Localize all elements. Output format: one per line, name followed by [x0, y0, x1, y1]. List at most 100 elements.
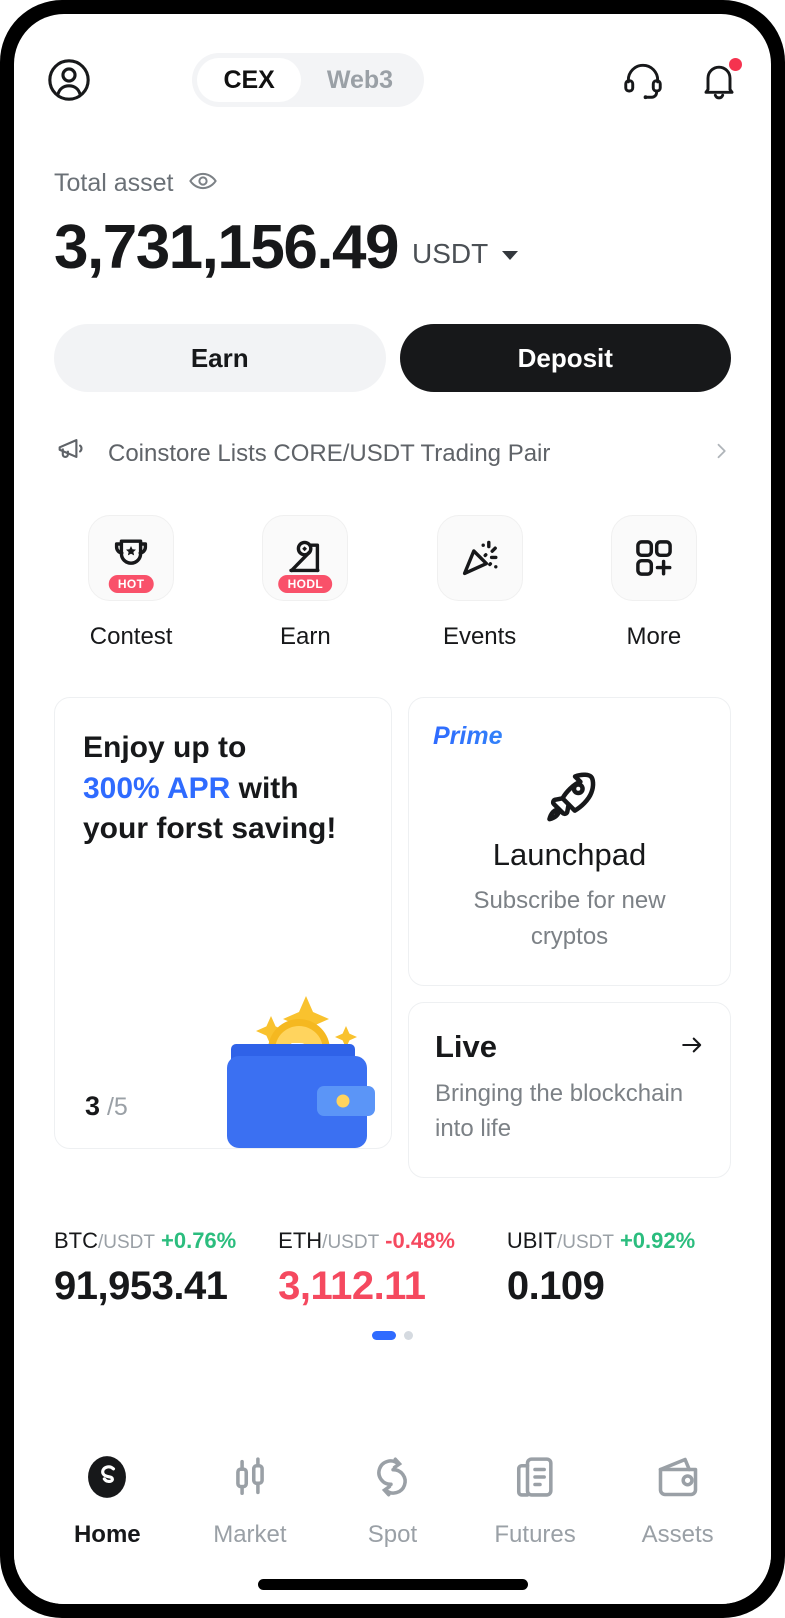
nav-label: Spot: [367, 1521, 418, 1548]
nav-item-futures[interactable]: Futures: [464, 1452, 607, 1549]
candlestick-icon: [225, 1452, 275, 1507]
quick-action-label: Events: [442, 623, 517, 651]
bottom-navigation: Home Market Spot Futures Assets: [14, 1426, 771, 1604]
carousel-counter: 3 /5: [85, 1091, 128, 1122]
total-asset-amount: 3,731,156.49: [54, 213, 400, 282]
quick-actions: HOT Contest HODL Earn Events More: [14, 473, 771, 651]
carousel-current: 3: [85, 1091, 101, 1122]
saving-promo-card[interactable]: Enjoy up to 300% APR with your forst sav…: [54, 697, 392, 1150]
quick-action-more[interactable]: More: [567, 515, 741, 651]
app-header: CEX Web3: [14, 32, 771, 128]
ticker-pair: BTC/USDT +0.76%: [54, 1228, 278, 1254]
deposit-button[interactable]: Deposit: [399, 324, 731, 393]
primary-actions: Earn Deposit: [14, 280, 771, 393]
tab-cex[interactable]: CEX: [197, 58, 301, 102]
total-asset-section: Total asset 3,731,156.49 USDT: [14, 128, 771, 280]
launchpad-subtitle: Subscribe for new cryptos: [473, 887, 666, 951]
ticker-base: UBIT: [506, 1227, 557, 1253]
right-cards-column: Prime Launchpad Subscribe for new crypto…: [408, 697, 731, 1178]
cex-web3-toggle[interactable]: CEX Web3: [192, 53, 425, 107]
promo-line2-tail: with: [230, 771, 299, 805]
ticker-base: ETH: [278, 1227, 323, 1253]
headset-icon[interactable]: [621, 58, 665, 102]
ticker-quote: /USDT: [556, 1231, 614, 1253]
nav-item-spot[interactable]: Spot: [321, 1452, 464, 1549]
launchpad-title: Launchpad: [492, 837, 647, 873]
nav-item-home[interactable]: Home: [36, 1452, 179, 1549]
total-asset-label: Total asset: [54, 169, 174, 197]
tab-web3[interactable]: Web3: [301, 58, 419, 102]
live-title: Live: [435, 1029, 498, 1065]
ticker-quote: /USDT: [322, 1231, 380, 1253]
ticker-change: -0.48%: [385, 1227, 455, 1253]
header-actions: [621, 58, 742, 102]
prime-badge: Prime: [433, 722, 706, 751]
quick-action-label: More: [626, 623, 682, 651]
contest-tile[interactable]: HOT: [88, 515, 175, 602]
nav-item-assets[interactable]: Assets: [606, 1452, 749, 1549]
total-asset-label-row: Total asset: [54, 166, 731, 201]
quick-action-contest[interactable]: HOT Contest: [44, 515, 218, 651]
contest-hot-badge: HOT: [108, 575, 154, 594]
carousel-total: /5: [106, 1093, 128, 1122]
ticker-price: 0.109: [506, 1263, 605, 1308]
quick-action-label: Earn: [280, 623, 331, 651]
notification-badge-dot: [729, 58, 742, 71]
live-header: Live: [435, 1029, 706, 1065]
ticker-pair: UBIT/USDT +0.92%: [507, 1228, 731, 1254]
currency-label: USDT: [412, 238, 489, 270]
arrow-right-icon[interactable]: [678, 1031, 706, 1064]
rocket-icon: [433, 765, 706, 829]
ticker-price: 3,112.11: [278, 1263, 426, 1308]
announcement-banner[interactable]: Coinstore Lists CORE/USDT Trading Pair: [14, 392, 771, 473]
user-circle-icon[interactable]: [44, 55, 94, 105]
nav-label: Market: [213, 1521, 287, 1548]
pagination-dot[interactable]: [404, 1330, 413, 1340]
promo-headline: Enjoy up to 300% APR with your forst sav…: [83, 728, 363, 850]
ticker-pair: ETH/USDT -0.48%: [278, 1228, 507, 1254]
ticker-eth[interactable]: ETH/USDT -0.48% 3,112.11: [278, 1228, 507, 1309]
promo-accent: 300% APR: [83, 771, 231, 805]
home-logo-icon: [82, 1452, 132, 1507]
announcement-text: Coinstore Lists CORE/USDT Trading Pair: [108, 439, 551, 467]
more-tile[interactable]: [610, 515, 697, 602]
nav-label: Home: [73, 1521, 141, 1548]
events-tile[interactable]: [436, 515, 523, 602]
nav-item-market[interactable]: Market: [179, 1452, 322, 1549]
live-card[interactable]: Live Bringing the blockchain into life: [408, 1002, 731, 1178]
quick-action-label: Contest: [89, 623, 173, 651]
eye-icon[interactable]: [188, 166, 218, 201]
total-asset-amount-row: 3,731,156.49 USDT: [54, 215, 731, 280]
earn-tile[interactable]: HODL: [262, 515, 349, 602]
bell-icon[interactable]: [697, 58, 742, 102]
ticker-row: BTC/USDT +0.76% 91,953.41 ETH/USDT -0.48% …: [14, 1178, 771, 1309]
earn-button[interactable]: Earn: [54, 324, 386, 393]
pagination-dot-active[interactable]: [372, 1330, 396, 1340]
home-indicator: [257, 1579, 528, 1590]
promo-line3: your forst saving!: [83, 812, 337, 846]
app-screen: CEX Web3 Total asset 3,731,156.49 USDT E…: [14, 14, 771, 1604]
ticker-price: 91,953.41: [54, 1263, 228, 1308]
live-subtitle: Bringing the blockchain into life: [435, 1080, 684, 1142]
wallet-icon: [653, 1452, 703, 1507]
quick-action-events[interactable]: Events: [393, 515, 567, 651]
chevron-down-icon[interactable]: [502, 251, 519, 261]
swap-circles-icon: [367, 1452, 417, 1507]
ticker-change: +0.92%: [619, 1227, 696, 1253]
megaphone-icon: [54, 434, 88, 473]
earn-hodl-badge: HODL: [278, 575, 333, 594]
nav-label: Futures: [494, 1521, 576, 1548]
ticker-quote: /USDT: [98, 1231, 155, 1253]
ticker-btc[interactable]: BTC/USDT +0.76% 91,953.41: [54, 1228, 278, 1309]
chevron-right-icon[interactable]: [711, 441, 731, 466]
launchpad-card[interactable]: Prime Launchpad Subscribe for new crypto…: [408, 697, 731, 987]
quick-action-earn[interactable]: HODL Earn: [218, 515, 392, 651]
ticker-pagination[interactable]: [14, 1330, 771, 1340]
bottom-nav-row: Home Market Spot Futures Assets: [36, 1452, 749, 1549]
phone-frame: CEX Web3 Total asset 3,731,156.49 USDT E…: [0, 0, 785, 1618]
ticker-base: BTC: [54, 1227, 98, 1253]
chart-doc-icon: [510, 1452, 560, 1507]
promotion-cards: Enjoy up to 300% APR with your forst sav…: [14, 651, 771, 1178]
wallet-bitcoin-illustration: B: [227, 996, 375, 1149]
ticker-ubit[interactable]: UBIT/USDT +0.92% 0.109: [507, 1228, 731, 1309]
